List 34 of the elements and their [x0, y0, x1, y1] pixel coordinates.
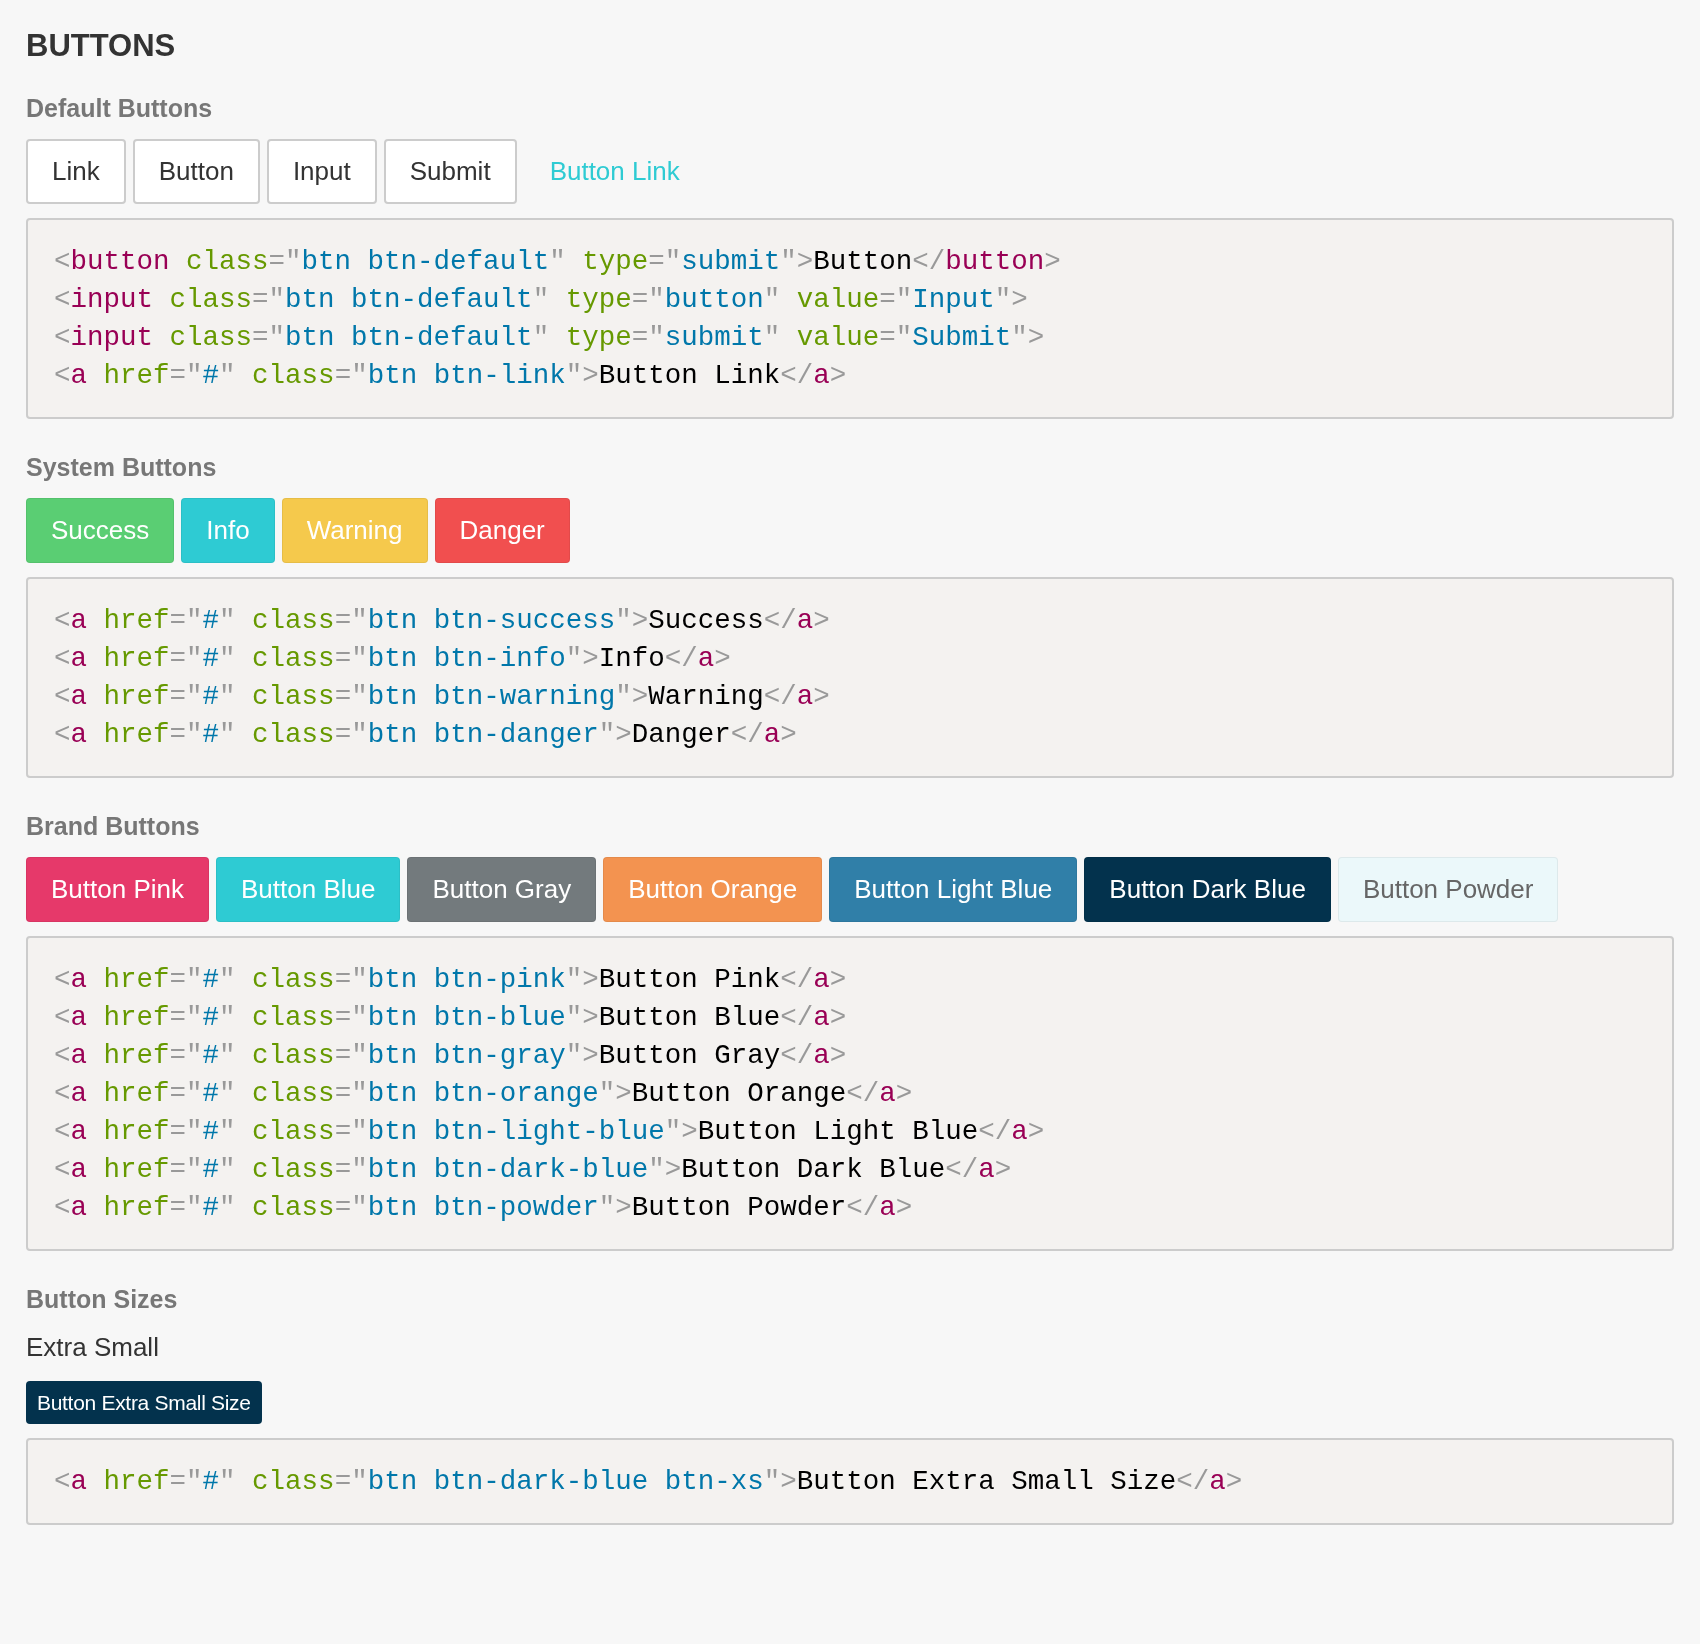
button[interactable]: Button Extra Small Size: [26, 1381, 262, 1424]
button[interactable]: Input: [266, 139, 377, 204]
button[interactable]: Button Orange: [603, 857, 823, 922]
button[interactable]: Link: [26, 139, 126, 204]
section-heading: Brand Buttons: [26, 812, 201, 841]
button[interactable]: Button Pink: [26, 857, 209, 922]
button[interactable]: Button Gray: [407, 857, 597, 922]
code-line: <input class="btn btn-default" type="button" value="Input">: [54, 283, 1029, 317]
code-line: <a href="#" class="btn btn-dark-blue btn-xs">Button Extra Small Size</a>: [54, 1465, 1244, 1499]
button[interactable]: Submit: [383, 139, 517, 204]
code-line: <a href="#" class="btn btn-blue">Button Blue</a>: [54, 1001, 848, 1035]
section-heading: Default Buttons: [26, 94, 214, 123]
size-label: Extra Small: [26, 1332, 160, 1363]
button[interactable]: Button Light Blue: [829, 857, 1078, 922]
code-line: <a href="#" class="btn btn-dark-blue">Button Dark Blue</a>: [54, 1153, 1013, 1187]
button[interactable]: Button: [132, 139, 260, 204]
button[interactable]: Danger: [434, 498, 570, 563]
button[interactable]: Button Powder: [1337, 857, 1559, 922]
code-line: <a href="#" class="btn btn-pink">Button Pink</a>: [54, 963, 848, 997]
code-line: <input class="btn btn-default" type="submit" value="Submit">: [54, 321, 1046, 355]
code-line: <a href="#" class="btn btn-powder">Button Powder</a>: [54, 1191, 914, 1225]
code-line: <a href="#" class="btn btn-gray">Button Gray</a>: [54, 1039, 848, 1073]
code-line: <button class="btn btn-default" type="submit">Button</button>: [54, 245, 1062, 279]
code-line: <a href="#" class="btn btn-success">Success</a>: [54, 604, 831, 638]
section-heading: System Buttons: [26, 453, 218, 482]
section-heading: Button Sizes: [26, 1285, 179, 1314]
code-line: <a href="#" class="btn btn-link">Button Link</a>: [54, 359, 848, 393]
code-line: <a href="#" class="btn btn-warning">Warning</a>: [54, 680, 831, 714]
code-line: <a href="#" class="btn btn-orange">Button Orange</a>: [54, 1077, 914, 1111]
code-line: <a href="#" class="btn btn-light-blue">Button Light Blue</a>: [54, 1115, 1046, 1149]
code-line: <a href="#" class="btn btn-info">Info</a>: [54, 642, 732, 676]
button[interactable]: Button Dark Blue: [1084, 857, 1331, 922]
code-line: <a href="#" class="btn btn-danger">Danger</a>: [54, 718, 798, 752]
page-title: BUTTONS: [26, 28, 177, 64]
